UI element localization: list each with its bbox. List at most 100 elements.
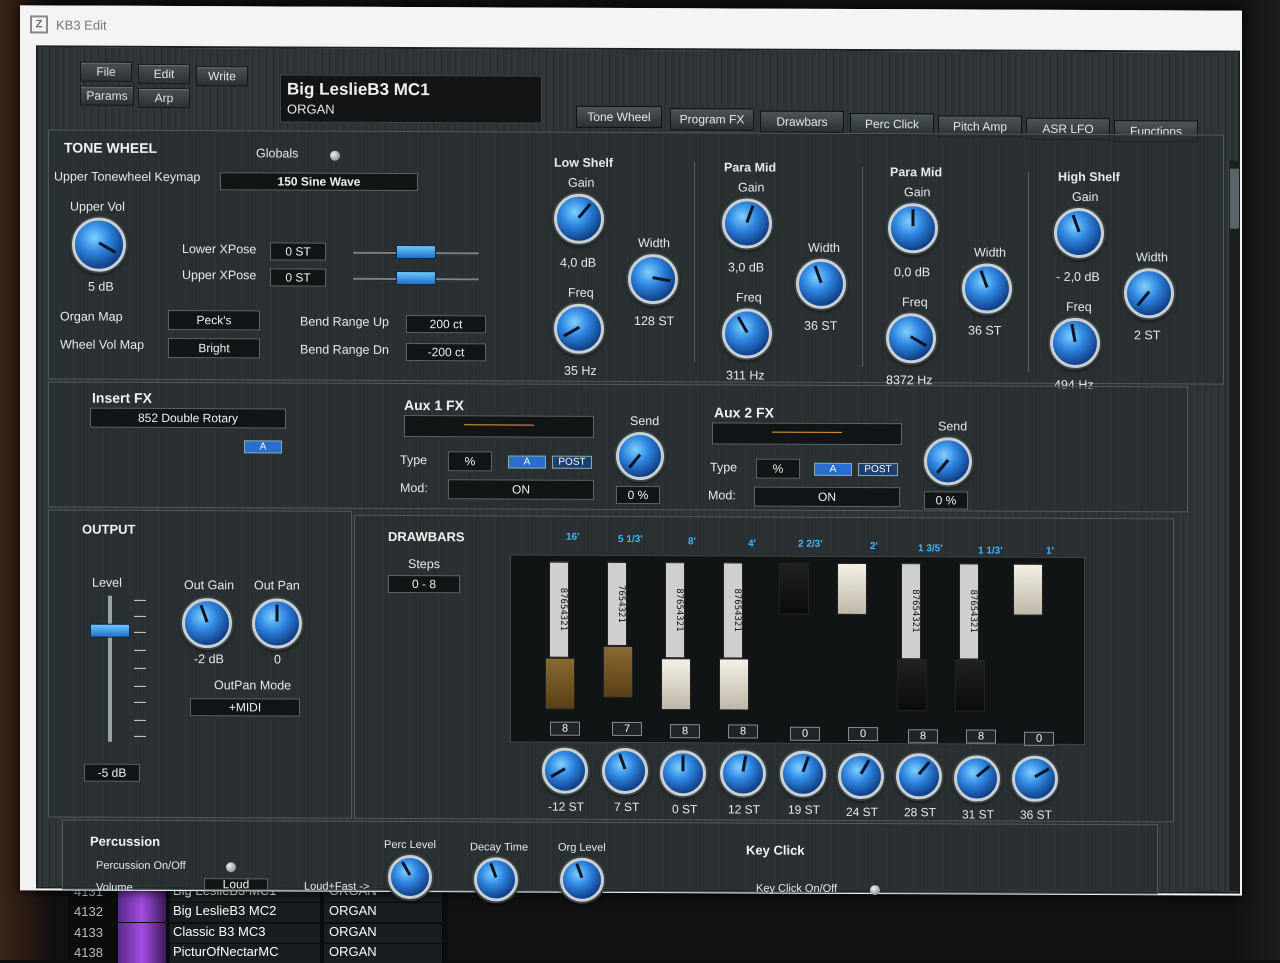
- drawbar-xpose-knob[interactable]: [720, 750, 766, 796]
- list-item[interactable]: 4132 Big LeslieB3 MC2 ORGAN: [68, 902, 448, 922]
- aux1-send-knob[interactable]: [616, 432, 664, 480]
- aux1-select[interactable]: [404, 415, 594, 438]
- drawbar-xpose-knob[interactable]: [660, 750, 706, 796]
- drawbar-value[interactable]: 8: [728, 724, 758, 738]
- drawbar-xpose-knob[interactable]: [780, 751, 826, 797]
- drawbar-xpose-knob[interactable]: [542, 748, 588, 794]
- org-level-knob[interactable]: [560, 858, 604, 902]
- aux2-mod-field[interactable]: ON: [754, 487, 900, 508]
- aux1-post-button[interactable]: POST: [552, 456, 592, 469]
- drawbar-value[interactable]: 8: [966, 729, 996, 743]
- drawbar-value[interactable]: 0: [790, 727, 820, 741]
- low-shelf-gain-knob[interactable]: [554, 194, 604, 244]
- para-mid-1-freq-knob[interactable]: [722, 308, 772, 358]
- high-shelf-gain-knob[interactable]: [1054, 208, 1104, 258]
- aux2-send-knob[interactable]: [924, 437, 972, 485]
- high-shelf-width-knob[interactable]: [1124, 268, 1174, 318]
- out-pan-knob[interactable]: [252, 598, 302, 648]
- drawbar-tab[interactable]: [719, 658, 749, 710]
- scrollbar-thumb[interactable]: [1230, 169, 1239, 229]
- drawbar-value[interactable]: 8: [550, 722, 580, 736]
- bend-up-field[interactable]: 200 ct: [406, 315, 486, 333]
- drawbar-value[interactable]: 7: [612, 722, 642, 736]
- globals-toggle[interactable]: [330, 151, 340, 161]
- upper-xpose-field[interactable]: 0 ST: [270, 268, 326, 286]
- bend-dn-field[interactable]: -200 ct: [406, 343, 486, 361]
- params-button[interactable]: Params: [80, 86, 134, 106]
- tab-tone-wheel[interactable]: Tone Wheel: [576, 106, 662, 128]
- aux2-select[interactable]: [712, 422, 902, 445]
- key-click-toggle[interactable]: [870, 885, 880, 895]
- wheel-vol-select[interactable]: Bright: [168, 338, 260, 358]
- aux1-a-button[interactable]: A: [508, 455, 546, 468]
- drawbar-tab[interactable]: [779, 563, 809, 615]
- insert-fx-select[interactable]: 852 Double Rotary: [90, 408, 286, 429]
- tab-perc-click[interactable]: Perc Click: [850, 113, 934, 135]
- percussion-toggle[interactable]: [226, 862, 236, 872]
- eq-band-title: Low Shelf: [554, 156, 613, 170]
- aux2-type-field[interactable]: %: [756, 459, 800, 479]
- drawbar-footage: 1 1/3': [978, 546, 1003, 557]
- drawbar-value[interactable]: 0: [848, 727, 878, 741]
- out-gain-knob[interactable]: [182, 598, 232, 648]
- level-fader-track[interactable]: [108, 596, 112, 742]
- drawbar-xpose-knob[interactable]: [838, 753, 884, 799]
- drawbar-tab[interactable]: [897, 659, 927, 711]
- drawbar-xpose-knob[interactable]: [1012, 756, 1058, 802]
- upper-vol-knob[interactable]: [72, 218, 126, 272]
- drawbar-value[interactable]: 8: [908, 729, 938, 743]
- drawbar-tab[interactable]: [603, 646, 633, 698]
- keymap-select[interactable]: 150 Sine Wave: [220, 172, 418, 191]
- low-shelf-width-knob[interactable]: [628, 254, 678, 304]
- insert-fx-a-button[interactable]: A: [244, 440, 282, 453]
- para-mid-2-width-knob[interactable]: [962, 263, 1012, 313]
- para-mid-2-gain-knob[interactable]: [888, 203, 938, 253]
- level-fader-thumb[interactable]: [90, 624, 130, 638]
- list-item[interactable]: 4138 PicturOfNectarMC ORGAN: [68, 943, 448, 963]
- drawbar-tab[interactable]: [837, 563, 867, 615]
- eq-freq-label: Freq: [568, 286, 594, 300]
- aux1-type-field[interactable]: %: [448, 451, 492, 471]
- file-button[interactable]: File: [80, 62, 132, 82]
- para-mid-1-gain-knob[interactable]: [722, 198, 772, 248]
- upper-xpose-label: Upper XPose: [182, 268, 256, 282]
- upper-vol-label: Upper Vol: [70, 200, 125, 214]
- vertical-scrollbar[interactable]: [1228, 161, 1240, 891]
- drawbar-tab[interactable]: [661, 658, 691, 710]
- list-item[interactable]: 4133 Classic B3 MC3 ORGAN: [68, 923, 448, 943]
- drawbar-xpose-knob[interactable]: [602, 748, 648, 794]
- percussion-title: Percussion: [90, 834, 160, 849]
- steps-field[interactable]: 0 - 8: [388, 575, 460, 593]
- drawbar-tab[interactable]: [1013, 564, 1043, 616]
- lower-xpose-thumb[interactable]: [396, 245, 436, 259]
- drawbar-xpose-knob[interactable]: [896, 753, 942, 799]
- drawbar-tab[interactable]: [955, 659, 985, 711]
- decay-time-knob[interactable]: [474, 857, 518, 901]
- level-value[interactable]: -5 dB: [84, 764, 140, 782]
- drawbar-value[interactable]: 8: [670, 724, 700, 738]
- aux2-a-button[interactable]: A: [814, 463, 852, 476]
- arp-button[interactable]: Arp: [138, 88, 190, 108]
- aux1-mod-field[interactable]: ON: [448, 479, 594, 500]
- drawbars-title: DRAWBARS: [388, 529, 465, 544]
- aux2-post-button[interactable]: POST: [858, 463, 898, 476]
- high-shelf-freq-knob[interactable]: [1050, 318, 1100, 368]
- drawbar-xpose-knob[interactable]: [954, 755, 1000, 801]
- drawbar-xpose-value: 36 ST: [1020, 808, 1052, 822]
- para-mid-2-freq-knob[interactable]: [886, 313, 936, 363]
- write-button[interactable]: Write: [196, 66, 248, 86]
- drawbar-tab[interactable]: [545, 658, 575, 710]
- drawbar-value[interactable]: 0: [1024, 732, 1054, 746]
- upper-xpose-thumb[interactable]: [396, 271, 436, 285]
- para-mid-1-width-knob[interactable]: [796, 259, 846, 309]
- tab-drawbars[interactable]: Drawbars: [760, 111, 844, 133]
- lower-xpose-field[interactable]: 0 ST: [270, 242, 326, 260]
- volume-select[interactable]: Loud: [204, 878, 268, 890]
- outpan-mode-select[interactable]: +MIDI: [190, 698, 300, 716]
- tab-program-fx[interactable]: Program FX: [670, 108, 754, 130]
- low-shelf-freq-knob[interactable]: [554, 304, 604, 354]
- drawbar-footage: 4': [748, 539, 756, 550]
- perc-level-knob[interactable]: [388, 855, 432, 899]
- organ-map-select[interactable]: Peck's: [168, 310, 260, 330]
- edit-button[interactable]: Edit: [138, 64, 190, 84]
